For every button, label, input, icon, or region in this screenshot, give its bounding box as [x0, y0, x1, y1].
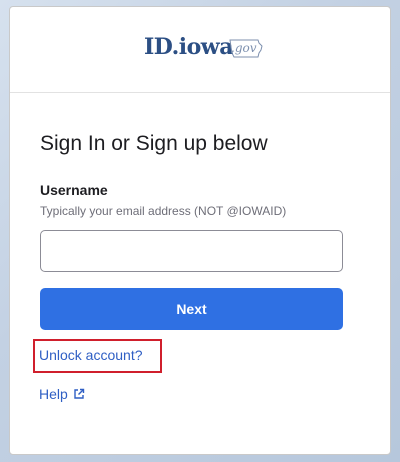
logo-header: ID.iowa .gov: [10, 7, 390, 93]
username-label: Username: [40, 182, 108, 198]
logo-main-text: ID.iowa: [144, 34, 233, 60]
id-iowa-logo: ID.iowa .gov: [144, 34, 264, 70]
help-link-label: Help: [39, 386, 68, 402]
logo-gov-text: .gov: [231, 41, 257, 55]
external-link-icon: [74, 388, 84, 399]
help-link[interactable]: Help: [39, 386, 85, 402]
next-button[interactable]: Next: [40, 288, 343, 330]
page-title: Sign In or Sign up below: [40, 132, 268, 155]
username-input[interactable]: [40, 230, 343, 272]
unlock-account-link[interactable]: Unlock account?: [39, 347, 143, 363]
username-hint: Typically your email address (NOT @IOWAI…: [40, 204, 287, 218]
